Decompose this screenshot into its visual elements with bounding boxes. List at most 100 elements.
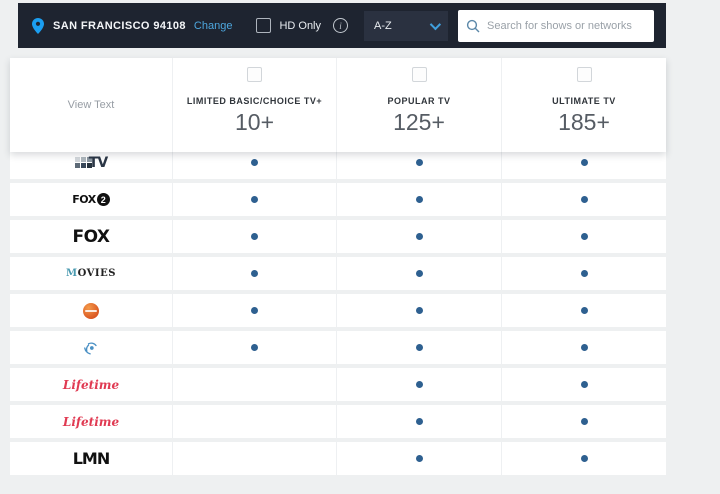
mosaic-tv-logo: TV (74, 154, 108, 171)
availability-dot (415, 381, 423, 388)
availability-dot (580, 418, 588, 425)
availability-cell (336, 294, 501, 327)
availability-cell (501, 442, 666, 475)
availability-dot (580, 381, 588, 388)
availability-cell (336, 257, 501, 290)
availability-cell (336, 183, 501, 216)
channel-row: FOX 2 (10, 183, 666, 216)
channel-row: Lifetime (10, 405, 666, 438)
mosaic-tv-text: TV (88, 154, 108, 171)
package-checkbox[interactable] (411, 67, 427, 82)
package-checkbox[interactable] (576, 67, 592, 82)
mosaic-tile (74, 163, 80, 168)
availability-dot (415, 307, 423, 314)
package-column-limited-basic: LIMITED BASIC/CHOICE TV+ 10+ (172, 58, 336, 152)
availability-cell (336, 220, 501, 253)
availability-dot (415, 196, 423, 203)
movies-first-letter: M (66, 268, 78, 279)
availability-cell (336, 331, 501, 364)
channel-logo-cell: FOX (10, 220, 172, 253)
availability-dot (415, 270, 423, 277)
sort-dropdown[interactable]: A-Z (364, 10, 448, 41)
availability-cell (172, 257, 336, 290)
location-text: SAN FRANCISCO 94108 (53, 19, 186, 32)
search-box (458, 9, 654, 42)
availability-dot (251, 344, 258, 351)
package-name: ULTIMATE TV (552, 96, 616, 106)
availability-dot (251, 159, 258, 166)
channel-row: Lifetime (10, 368, 666, 401)
channel-row (10, 331, 666, 364)
package-column-popular-tv: POPULAR TV 125+ (336, 58, 501, 152)
package-checkbox[interactable] (247, 67, 262, 82)
availability-cell (336, 442, 501, 475)
availability-dot (415, 233, 423, 240)
package-channel-count: 125+ (393, 109, 445, 135)
availability-dot (251, 196, 258, 203)
availability-cell (172, 220, 336, 253)
search-input[interactable] (487, 19, 646, 32)
availability-dot (415, 418, 423, 425)
availability-cell (172, 442, 336, 475)
package-name: LIMITED BASIC/CHOICE TV+ (186, 96, 323, 106)
sort-value: A-Z (374, 19, 392, 32)
channel-logo-cell: FOX 2 (10, 183, 172, 216)
availability-cell (172, 331, 336, 364)
channel-logo-cell: MOVIES (10, 257, 172, 290)
circle-2-badge: 2 (96, 193, 110, 206)
fox-text: FOX (72, 193, 96, 206)
availability-dot (415, 344, 423, 351)
package-channel-count: 185+ (558, 109, 610, 135)
view-text-column: View Text (10, 58, 172, 152)
signal-swirl-logo (81, 338, 101, 358)
mosaic-tile (80, 157, 86, 162)
availability-cell (501, 294, 666, 327)
availability-dot (251, 307, 258, 314)
package-channel-count: 10+ (234, 109, 274, 135)
mosaic-tile (74, 157, 80, 162)
chevron-down-icon (429, 18, 442, 30)
channel-row (10, 294, 666, 327)
availability-dot (580, 344, 588, 351)
availability-dot (415, 159, 423, 166)
availability-dot (580, 233, 588, 240)
availability-cell (501, 257, 666, 290)
fox-2-logo: FOX 2 (72, 193, 110, 206)
hd-only-checkbox[interactable] (256, 18, 272, 33)
lifetime-logo: Lifetime (62, 414, 120, 429)
availability-dot (580, 159, 588, 166)
fox-logo: FOX (72, 226, 110, 247)
availability-cell (172, 183, 336, 216)
location-bar: SAN FRANCISCO 94108 Change HD Only i A-Z (18, 3, 666, 48)
lifetime-logo: Lifetime (62, 377, 120, 392)
availability-dot (415, 455, 423, 462)
channel-row: MOVIES (10, 257, 666, 290)
availability-cell (172, 368, 336, 401)
channel-logo-cell: Lifetime (10, 405, 172, 438)
channel-rows: TV FOX 2 FOX MOVIES Lifetime Lifetime LMN (10, 146, 666, 475)
channel-row: LMN (10, 442, 666, 475)
package-header-card: View Text LIMITED BASIC/CHOICE TV+ 10+ P… (10, 58, 666, 152)
channel-logo-cell: LMN (10, 442, 172, 475)
availability-dot (580, 270, 588, 277)
channel-row: FOX (10, 220, 666, 253)
availability-cell (172, 294, 336, 327)
channel-logo-cell (10, 331, 172, 364)
mosaic-tile (80, 163, 86, 168)
location-pin-icon (32, 17, 44, 34)
availability-dot (580, 455, 588, 462)
availability-cell (336, 405, 501, 438)
availability-dot (580, 307, 588, 314)
movies-logo: MOVIES (66, 268, 116, 279)
availability-cell (501, 368, 666, 401)
view-text-link[interactable]: View Text (68, 99, 115, 111)
availability-cell (501, 405, 666, 438)
lmn-logo: LMN (72, 449, 111, 468)
package-column-ultimate-tv: ULTIMATE TV 185+ (501, 58, 666, 152)
change-location-link[interactable]: Change (194, 20, 233, 32)
availability-dot (251, 233, 258, 240)
info-icon[interactable]: i (333, 18, 348, 33)
orange-globe-logo (83, 302, 99, 319)
availability-cell (336, 368, 501, 401)
availability-cell (172, 405, 336, 438)
